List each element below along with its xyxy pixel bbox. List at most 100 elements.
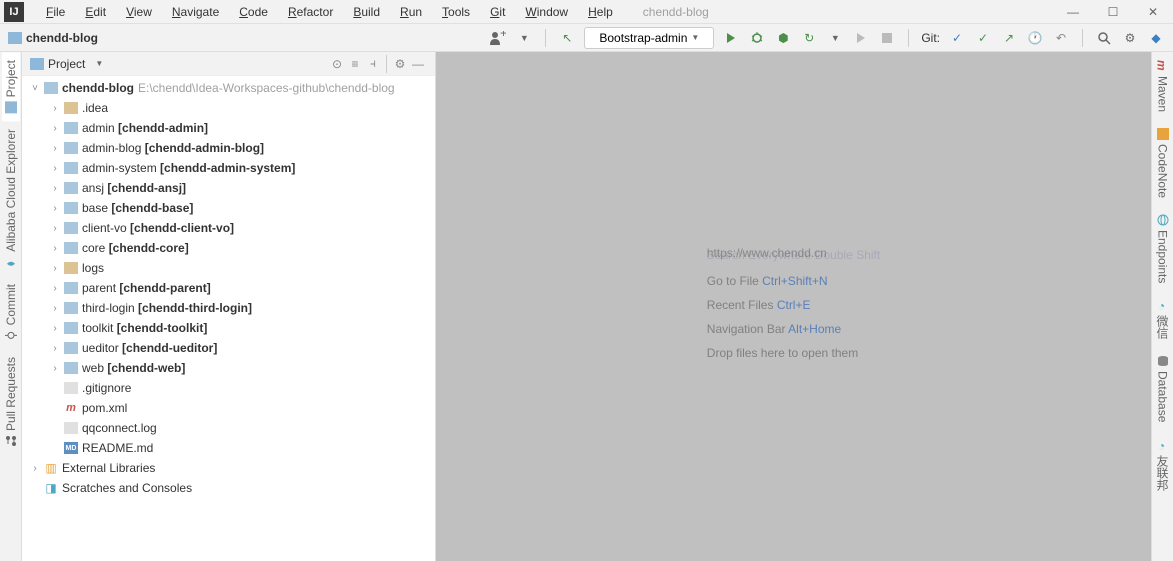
sidebar-tab-pull-requests[interactable]: Pull Requests bbox=[2, 349, 20, 455]
expand-icon[interactable]: › bbox=[50, 263, 60, 274]
sidebar-tab-project[interactable]: Project bbox=[2, 52, 20, 121]
tree-item[interactable]: ›core [chendd-core] bbox=[22, 238, 435, 258]
select-opened-file-icon[interactable]: ⊙ bbox=[328, 55, 346, 73]
expand-icon[interactable]: › bbox=[50, 343, 60, 354]
sidebar-tab-youlian[interactable]: ◔ 友联邦 bbox=[1152, 431, 1173, 499]
tree-scratches[interactable]: ◨ Scratches and Consoles bbox=[22, 478, 435, 498]
folder-icon bbox=[64, 162, 78, 174]
back-icon[interactable]: ↖ bbox=[558, 29, 576, 47]
tree-item[interactable]: ›toolkit [chendd-toolkit] bbox=[22, 318, 435, 338]
git-push-icon[interactable]: ↗ bbox=[1000, 29, 1018, 47]
sidebar-tab-commit[interactable]: Commit bbox=[2, 276, 20, 349]
project-tree[interactable]: ˅ chendd-blog E:\chendd\Idea-Workspaces-… bbox=[22, 76, 435, 561]
chevron-down-icon: ▼ bbox=[691, 33, 699, 42]
tree-item[interactable]: ›client-vo [chendd-client-vo] bbox=[22, 218, 435, 238]
folder-icon bbox=[64, 302, 78, 314]
tree-external-libraries[interactable]: › ▥ External Libraries bbox=[22, 458, 435, 478]
maximize-button[interactable]: ☐ bbox=[1093, 0, 1133, 24]
sidebar-tab-endpoints[interactable]: Endpoints bbox=[1154, 206, 1172, 291]
expand-icon[interactable]: › bbox=[50, 283, 60, 294]
project-panel-title[interactable]: Project bbox=[48, 57, 85, 71]
tree-item[interactable]: ›logs bbox=[22, 258, 435, 278]
expand-icon[interactable]: › bbox=[50, 163, 60, 174]
add-user-icon[interactable]: + bbox=[489, 29, 507, 47]
tree-item[interactable]: MDREADME.md bbox=[22, 438, 435, 458]
folder-icon bbox=[64, 202, 78, 214]
menu-window[interactable]: Window bbox=[515, 2, 578, 22]
tree-item[interactable]: ›ueditor [chendd-ueditor] bbox=[22, 338, 435, 358]
menu-help[interactable]: Help bbox=[578, 2, 623, 22]
git-rollback-icon[interactable]: ↶ bbox=[1052, 29, 1070, 47]
settings-icon[interactable]: ⚙ bbox=[1121, 29, 1139, 47]
coverage-icon[interactable]: ⬢ bbox=[774, 29, 792, 47]
empty-hint: Navigation Bar Alt+Home bbox=[707, 320, 880, 336]
expand-all-icon[interactable]: ≡ bbox=[346, 55, 364, 73]
folder-icon bbox=[64, 422, 78, 434]
expand-icon[interactable]: › bbox=[50, 183, 60, 194]
wechat-icon: ◔ bbox=[1157, 299, 1169, 311]
run-configuration-dropdown[interactable]: Bootstrap-admin ▼ bbox=[584, 27, 714, 49]
breadcrumb[interactable]: chendd-blog bbox=[26, 31, 98, 45]
tree-root[interactable]: ˅ chendd-blog E:\chendd\Idea-Workspaces-… bbox=[22, 78, 435, 98]
menu-git[interactable]: Git bbox=[480, 2, 515, 22]
database-icon bbox=[1157, 355, 1169, 367]
expand-icon[interactable]: › bbox=[50, 303, 60, 314]
menu-tools[interactable]: Tools bbox=[432, 2, 480, 22]
git-history-icon[interactable]: 🕐 bbox=[1026, 29, 1044, 47]
search-icon[interactable] bbox=[1095, 29, 1113, 47]
expand-icon[interactable]: ˅ bbox=[30, 83, 40, 94]
maven-file-icon: m bbox=[64, 402, 78, 414]
sidebar-tab-alibaba[interactable]: Alibaba Cloud Explorer bbox=[2, 121, 20, 276]
tree-item[interactable]: ›ansj [chendd-ansj] bbox=[22, 178, 435, 198]
tree-item[interactable]: ›base [chendd-base] bbox=[22, 198, 435, 218]
tree-item[interactable]: .gitignore bbox=[22, 378, 435, 398]
expand-icon[interactable]: › bbox=[50, 363, 60, 374]
tree-item[interactable]: ›third-login [chendd-third-login] bbox=[22, 298, 435, 318]
tree-item[interactable]: ›admin [chendd-admin] bbox=[22, 118, 435, 138]
chevron-down-icon[interactable]: ▼ bbox=[95, 59, 103, 68]
menu-view[interactable]: View bbox=[116, 2, 162, 22]
tree-item[interactable]: qqconnect.log bbox=[22, 418, 435, 438]
expand-icon[interactable]: › bbox=[50, 103, 60, 114]
profile-icon[interactable]: ↻ bbox=[800, 29, 818, 47]
more-icon[interactable]: ◆ bbox=[1147, 29, 1165, 47]
menu-file[interactable]: File bbox=[36, 2, 75, 22]
sidebar-tab-maven[interactable]: m Maven bbox=[1154, 52, 1172, 120]
sidebar-tab-wechat[interactable]: ◔ 微信 bbox=[1152, 291, 1173, 347]
menu-code[interactable]: Code bbox=[229, 2, 278, 22]
project-tool-window: Project ▼ ⊙ ≡ ⫞ ⚙ — ˅ chendd-blog E:\che… bbox=[22, 52, 436, 561]
folder-icon bbox=[64, 262, 78, 274]
expand-icon[interactable]: › bbox=[50, 143, 60, 154]
run-icon[interactable] bbox=[722, 29, 740, 47]
expand-icon[interactable]: › bbox=[30, 463, 40, 474]
menu-refactor[interactable]: Refactor bbox=[278, 2, 343, 22]
settings-icon[interactable]: ⚙ bbox=[391, 55, 409, 73]
sidebar-tab-database[interactable]: Database bbox=[1154, 347, 1172, 430]
folder-icon bbox=[64, 222, 78, 234]
tree-item[interactable]: ›admin-system [chendd-admin-system] bbox=[22, 158, 435, 178]
tree-item[interactable]: ›web [chendd-web] bbox=[22, 358, 435, 378]
hide-icon[interactable]: — bbox=[409, 55, 427, 73]
sidebar-tab-codenote[interactable]: CodeNote bbox=[1154, 120, 1172, 206]
menu-build[interactable]: Build bbox=[343, 2, 390, 22]
expand-icon[interactable]: › bbox=[50, 223, 60, 234]
expand-icon[interactable]: › bbox=[50, 243, 60, 254]
menu-run[interactable]: Run bbox=[390, 2, 432, 22]
minimize-button[interactable]: — bbox=[1053, 0, 1093, 24]
tree-item[interactable]: ›.idea bbox=[22, 98, 435, 118]
run-config-label: Bootstrap-admin bbox=[599, 31, 687, 45]
debug-icon[interactable] bbox=[748, 29, 766, 47]
tree-item[interactable]: mpom.xml bbox=[22, 398, 435, 418]
menu-edit[interactable]: Edit bbox=[75, 2, 116, 22]
expand-icon[interactable]: › bbox=[50, 323, 60, 334]
close-button[interactable]: ✕ bbox=[1133, 0, 1173, 24]
git-commit-icon[interactable]: ✓ bbox=[974, 29, 992, 47]
tree-item[interactable]: ›admin-blog [chendd-admin-blog] bbox=[22, 138, 435, 158]
collapse-all-icon[interactable]: ⫞ bbox=[364, 55, 382, 73]
tree-item[interactable]: ›parent [chendd-parent] bbox=[22, 278, 435, 298]
menu-navigate[interactable]: Navigate bbox=[162, 2, 229, 22]
expand-icon[interactable]: › bbox=[50, 203, 60, 214]
empty-hint: Drop files here to open them bbox=[707, 344, 880, 360]
expand-icon[interactable]: › bbox=[50, 123, 60, 134]
git-update-icon[interactable]: ✓ bbox=[948, 29, 966, 47]
